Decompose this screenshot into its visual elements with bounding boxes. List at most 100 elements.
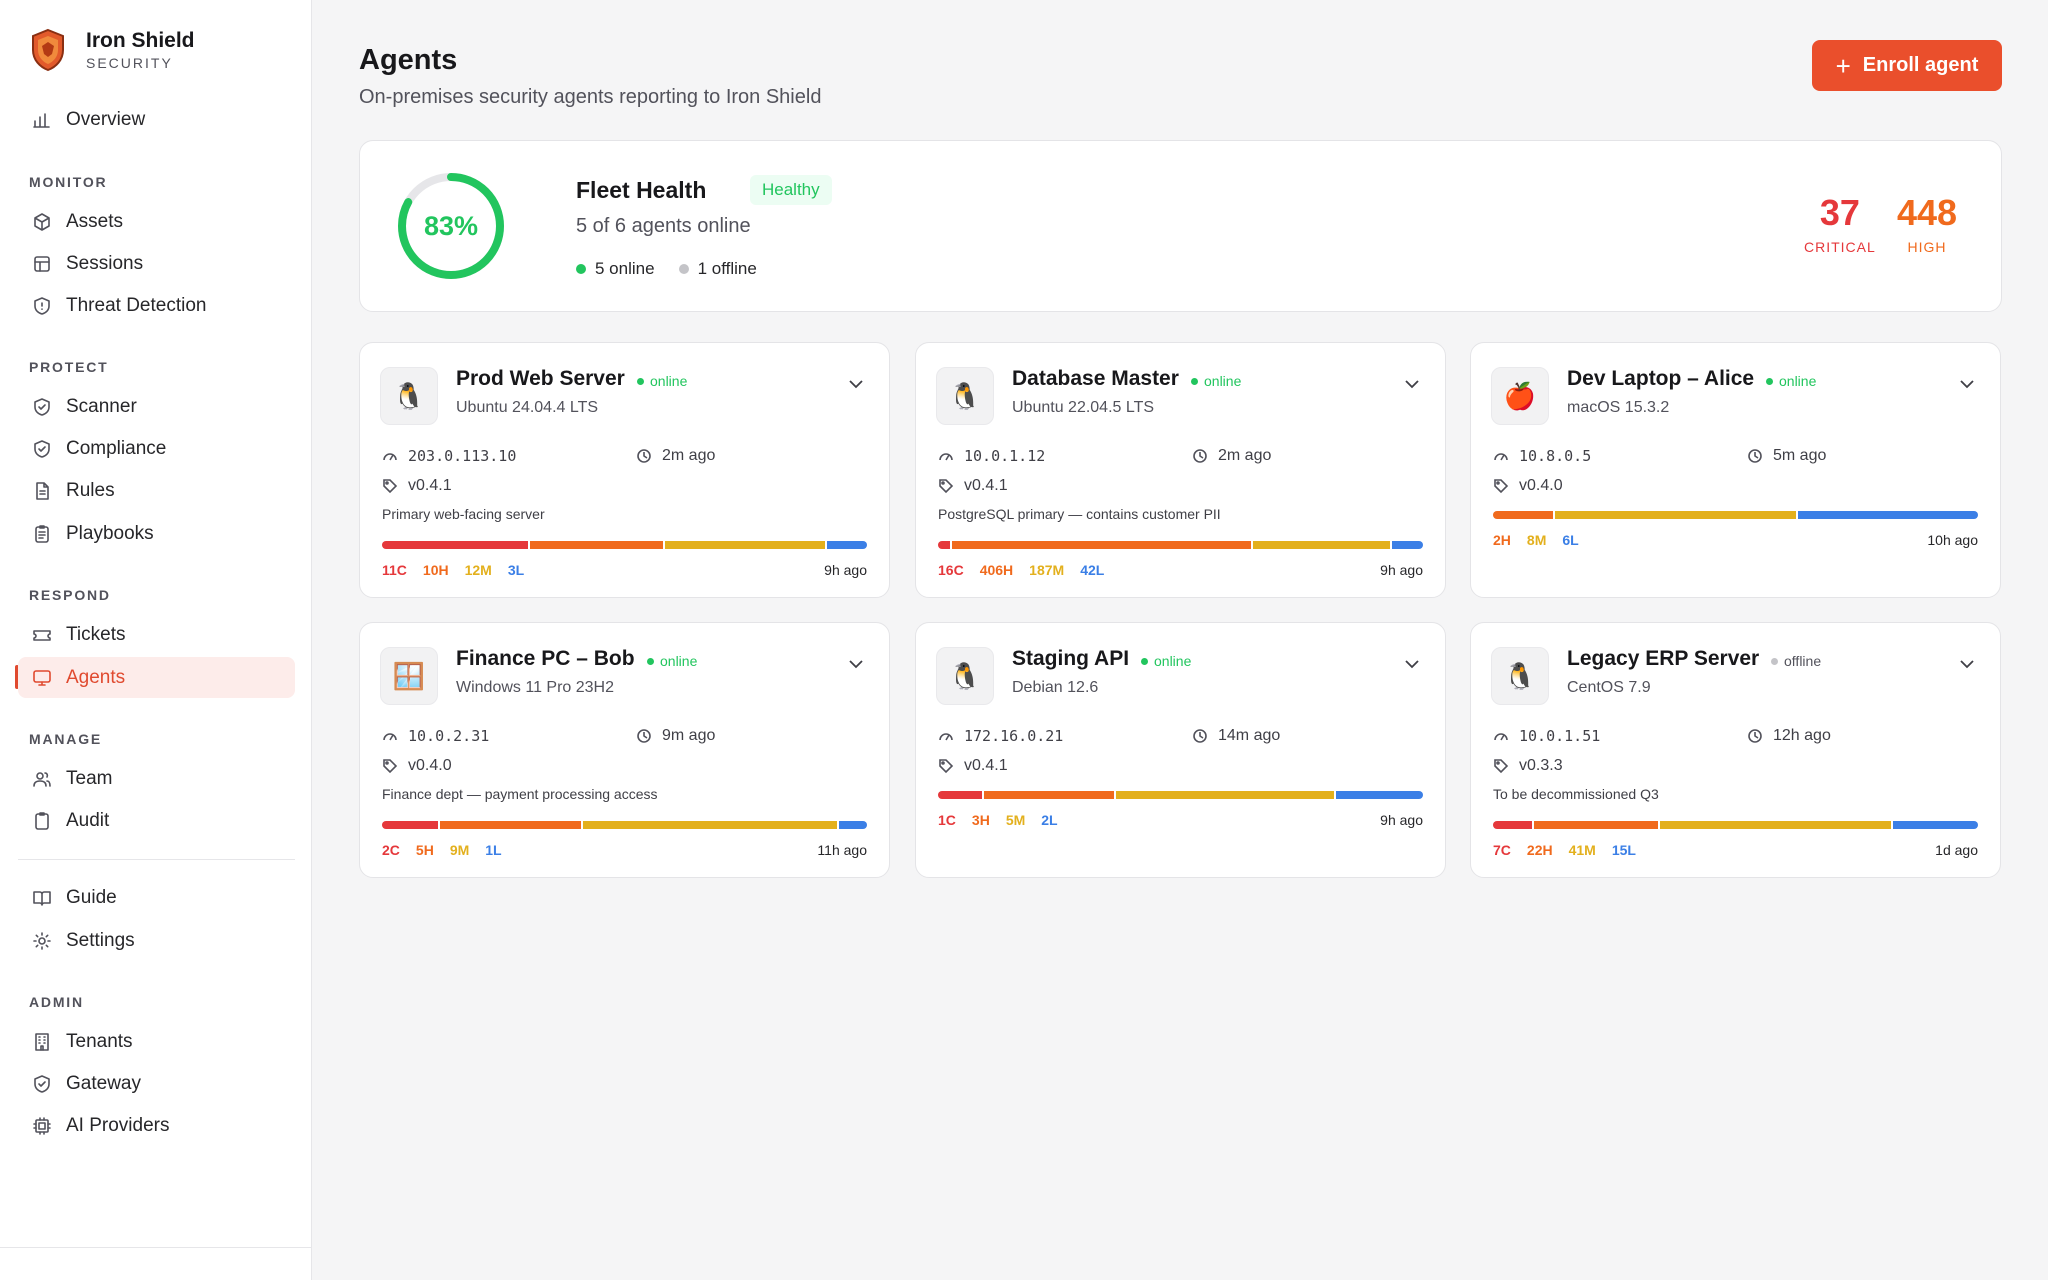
penguin-icon: 🐧 [1491,647,1549,705]
clock-icon [1748,449,1762,463]
critical-count-value: 37 [1819,192,1860,233]
medium-findings: 9M [449,842,470,858]
chevron-down-icon[interactable] [1958,655,1976,673]
chevron-down-icon[interactable] [1958,375,1976,393]
medium-segment [1252,541,1391,549]
low-findings: 3L [507,562,525,578]
sidebar-item-label: Threat Detection [66,294,207,316]
agent-ip-value: 10.0.2.31 [408,727,490,745]
agent-last-seen: 5m ago [1747,447,1826,465]
agent-version: v0.4.0 [1493,477,1563,495]
agent-card[interactable]: 🐧 Legacy ERP Server offline CentOS 7.9 1… [1470,622,2001,878]
sidebar-item-team[interactable]: Team [18,758,295,799]
agent-version: v0.3.3 [1493,757,1563,775]
brand-name: Iron Shield [86,29,195,52]
medium-findings: 12M [464,562,492,578]
agent-card[interactable]: 🍎 Dev Laptop – Alice online macOS 15.3.2… [1470,342,2001,598]
building-icon [32,1032,52,1052]
tag-icon [939,759,954,774]
severity-bar [938,791,1423,799]
agent-status: online [1766,373,1816,389]
agent-os: Debian 12.6 [1012,679,1099,696]
medium-findings: 187M [1029,562,1065,578]
brand[interactable]: Iron Shield SECURITY [30,28,195,72]
agent-version-value: v0.3.3 [1519,757,1563,774]
agent-status-label: online [660,653,698,669]
sidebar-item-rules[interactable]: Rules [18,470,295,511]
high-findings: 22H [1526,842,1553,858]
severity-counts: 1C 3H 5M 2L 9h ago [938,812,1423,828]
critical-findings: 7C [1493,842,1511,858]
agent-os: CentOS 7.9 [1567,679,1651,696]
fleet-health-percent: 83% [423,210,479,241]
agent-os: Ubuntu 22.04.5 LTS [1012,399,1155,416]
table-icon [32,254,52,274]
gauge-icon [939,733,953,741]
sidebar-item-threat-detection[interactable]: Threat Detection [18,285,295,326]
sidebar-item-label: Overview [66,108,146,130]
ticket-icon [32,625,52,645]
agent-status-label: online [1779,373,1817,389]
window-icon: 🪟 [380,647,438,705]
sidebar-item-label: Rules [66,479,115,501]
agent-last-seen-value: 9m ago [662,727,716,744]
high-segment [951,541,1251,549]
sidebar-item-scanner[interactable]: Scanner [18,386,295,427]
sidebar-item-agents[interactable]: Agents [18,657,295,698]
monitor-icon [32,668,52,688]
sidebar-item-assets[interactable]: Assets [18,201,295,242]
agent-status-label: online [1154,653,1192,669]
chevron-down-icon[interactable] [847,375,865,393]
section-admin: ADMIN [29,994,84,1010]
chevron-down-icon[interactable] [847,655,865,673]
page-title: Agents [359,44,458,76]
last-scan: 1d ago [1935,842,1978,858]
sidebar-item-ai-providers[interactable]: AI Providers [18,1105,295,1146]
critical-count: 37 CRITICAL [1804,192,1876,256]
chevron-down-icon[interactable] [1403,655,1421,673]
critical-findings: 11C [382,562,407,578]
sidebar-item-tenants[interactable]: Tenants [18,1021,295,1062]
agent-name: Finance PC – Bob [456,647,635,670]
agent-ip: 203.0.113.10 [382,447,516,465]
high-findings: 5H [415,842,434,858]
sidebar-item-label: Settings [66,929,135,951]
severity-bar [1493,511,1978,519]
enroll-agent-button[interactable]: + Enroll agent [1812,40,2002,91]
agent-last-seen-value: 14m ago [1218,727,1281,744]
sidebar-item-label: Gateway [66,1072,141,1094]
low-findings: 15L [1611,842,1636,858]
sidebar-item-compliance[interactable]: Compliance [18,428,295,469]
shield-alert-icon [32,296,52,316]
section-protect: PROTECT [29,359,109,375]
agent-card[interactable]: 🐧 Staging API online Debian 12.6 172.16.… [915,622,1446,878]
sidebar-item-settings[interactable]: Settings [18,920,295,961]
medium-findings: 5M [1005,812,1026,828]
sidebar-item-gateway[interactable]: Gateway [18,1063,295,1104]
sidebar-item-playbooks[interactable]: Playbooks [18,513,295,554]
medium-segment [665,541,826,549]
sidebar-item-tickets[interactable]: Tickets [18,614,295,655]
legend-offline-label: 1 offline [697,259,757,278]
sidebar-item-label: Scanner [66,395,137,417]
gear-icon [32,931,52,951]
agent-card[interactable]: 🐧 Prod Web Server online Ubuntu 24.04.4 … [359,342,890,598]
critical-segment [382,821,439,829]
status-dot-icon [1191,377,1198,385]
sidebar-item-overview[interactable]: Overview [18,99,295,140]
medium-findings: 8M [1526,532,1547,548]
chevron-down-icon[interactable] [1403,375,1421,393]
sidebar-item-audit[interactable]: Audit [18,800,295,841]
clock-icon [1193,729,1207,743]
shield-check-icon [32,439,52,459]
agent-card[interactable]: 🪟 Finance PC – Bob online Windows 11 Pro… [359,622,890,878]
clock-icon [637,449,651,463]
low-segment [838,821,867,829]
agent-card[interactable]: 🐧 Database Master online Ubuntu 22.04.5 … [915,342,1446,598]
sidebar-item-sessions[interactable]: Sessions [18,243,295,284]
sidebar-item-guide[interactable]: Guide [18,877,295,918]
cube-icon [32,212,52,232]
agent-ip-value: 10.8.0.5 [1519,447,1592,465]
gauge-icon [383,453,397,461]
low-segment [1335,791,1423,799]
